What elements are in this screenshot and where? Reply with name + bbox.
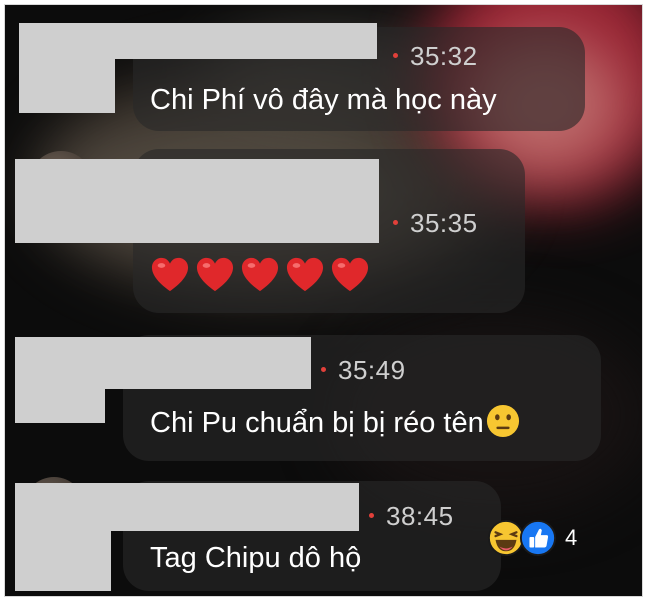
comment-timestamp: 35:49 [321,355,406,386]
live-dot-icon [321,366,326,372]
redacted-author-name [15,337,311,389]
redacted-avatar [15,529,111,591]
redacted-avatar [19,57,115,113]
comment-timestamp: 38:45 [369,501,454,532]
like-reaction-icon [519,519,557,557]
heart-icon [286,257,324,292]
live-dot-icon [369,512,374,518]
heart-icon [196,257,234,292]
neutral-face-icon [486,405,519,438]
reaction-count: 4 [565,525,578,550]
live-dot-icon [393,52,398,58]
redacted-author-name [15,483,359,531]
redacted-avatar [15,387,105,423]
reaction-summary[interactable]: 4 [487,519,577,557]
redacted-author-name [19,23,377,59]
heart-icon [241,257,279,292]
comment-text: Tag Chipu dô hộ [150,542,362,574]
comment-text [151,256,369,294]
heart-icon [151,257,189,292]
live-video-frame: 35:32 Chi Phí vô đây mà học này 35:35 35… [4,4,643,597]
comment-timestamp: 35:32 [393,41,478,72]
live-dot-icon [393,219,398,225]
comment-text: Chi Pu chuẩn bị bị réo tên [150,405,520,441]
comment-text: Chi Phí vô đây mà học này [150,84,497,116]
heart-icon [331,257,369,292]
comment-timestamp: 35:35 [393,208,478,239]
redacted-author-name [15,159,379,243]
